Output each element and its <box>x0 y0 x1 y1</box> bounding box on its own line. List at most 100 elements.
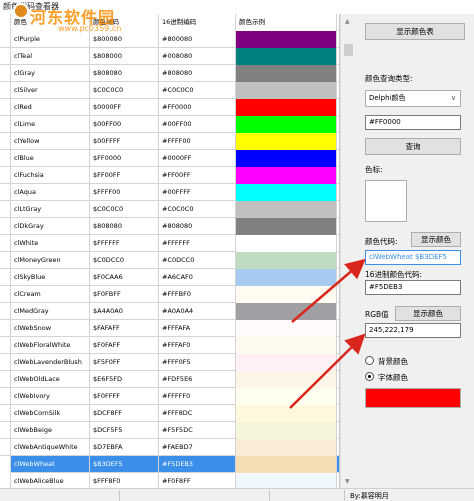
table-row[interactable]: clMoneyGreen $C0DCC0 #C0DCC0 <box>0 252 339 269</box>
hex-code-cell: #C0DCC0 <box>159 252 236 269</box>
table-scrollbar[interactable]: ▲ ▼ <box>340 14 355 488</box>
query-input[interactable]: #FF0000 <box>365 115 461 130</box>
table-row[interactable]: clPurple $800080 #800080 <box>0 31 339 48</box>
color-code-cell: $808080 <box>90 65 159 82</box>
row-indicator <box>0 473 11 488</box>
table-row[interactable]: clWebAntiqueWhite $D7EBFA #FAEBD7 <box>0 439 339 456</box>
rgb-show-button[interactable]: 显示颜色 <box>395 306 461 321</box>
color-name-cell: clMedGray <box>11 303 90 320</box>
table-row[interactable]: clSkyBlue $F0CAA6 #A6CAF0 <box>0 269 339 286</box>
status-segment <box>0 490 120 501</box>
color-table[interactable]: 颜色 颜色编码 16进制编码 颜色示例 clPurple $800080 #8000… <box>0 14 340 488</box>
table-row[interactable]: clBlue $FF0000 #0000FF <box>0 150 339 167</box>
color-code-cell: $E6F5FD <box>90 371 159 388</box>
font-color-radio[interactable] <box>365 372 374 381</box>
hex-code-cell: #808080 <box>159 65 236 82</box>
color-code-cell: $DCF8FF <box>90 405 159 422</box>
table-row[interactable]: clWebFloralWhite $F0FAFF #FFFAF0 <box>0 337 339 354</box>
scroll-down-icon[interactable]: ▼ <box>345 478 350 485</box>
hex-code-cell: #F5F5DC <box>159 422 236 439</box>
table-row[interactable]: clWebBeige $DCF5F5 #F5F5DC <box>0 422 339 439</box>
font-color-label: 字体颜色 <box>378 373 408 382</box>
row-indicator <box>0 184 11 201</box>
table-row[interactable]: clAqua $FFFF00 #00FFFF <box>0 184 339 201</box>
table-row[interactable]: clWebWheat $B3DEF5 #F5DEB3 <box>0 456 339 473</box>
color-code-show-button[interactable]: 显示颜色 <box>411 232 461 247</box>
hex-code-field[interactable]: #F5DEB3 <box>365 280 461 295</box>
color-sample-cell <box>236 286 337 303</box>
status-segment <box>120 490 270 501</box>
color-sample-cell <box>236 354 337 371</box>
color-code-cell: $FF00FF <box>90 167 159 184</box>
table-row[interactable]: clWebSnow $FAFAFF #FFFAFA <box>0 320 339 337</box>
color-name-cell: clRed <box>11 99 90 116</box>
color-code-cell: $FAFAFF <box>90 320 159 337</box>
table-row[interactable]: clWebCornSilk $DCF8FF #FFF8DC <box>0 405 339 422</box>
color-name-cell: clWebSnow <box>11 320 90 337</box>
table-row[interactable]: clSilver $C0C0C0 #C0C0C0 <box>0 82 339 99</box>
hex-code-cell: #FDF5E6 <box>159 371 236 388</box>
table-row[interactable]: clTeal $808000 #008080 <box>0 48 339 65</box>
color-sample-cell <box>236 320 337 337</box>
rgb-label: RGB值 <box>365 310 389 319</box>
color-sample-cell <box>236 252 337 269</box>
row-indicator <box>0 405 11 422</box>
color-name-cell: clWebFloralWhite <box>11 337 90 354</box>
table-row[interactable]: clWebAliceBlue $FFF8F0 #F0F8FF <box>0 473 339 488</box>
color-sample-cell <box>236 82 337 99</box>
table-row[interactable]: clRed $0000FF #FF0000 <box>0 99 339 116</box>
row-indicator <box>0 456 11 473</box>
chevron-down-icon: ∨ <box>450 94 456 102</box>
color-preview-box <box>365 388 461 408</box>
row-indicator <box>0 286 11 303</box>
color-name-cell: clWebAntiqueWhite <box>11 439 90 456</box>
color-code-cell: $DCF5F5 <box>90 422 159 439</box>
table-row[interactable]: clLtGray $C0C0C0 #C0C0C0 <box>0 201 339 218</box>
color-name-cell: clSkyBlue <box>11 269 90 286</box>
color-name-cell: clWebIvory <box>11 388 90 405</box>
table-row[interactable]: clCream $F0FBFF #FFFBF0 <box>0 286 339 303</box>
color-code-label: 颜色代码: <box>365 237 398 246</box>
background-color-radio[interactable] <box>365 356 374 365</box>
color-code-cell: $A4A0A0 <box>90 303 159 320</box>
color-sample-cell <box>236 150 337 167</box>
rgb-field[interactable]: 245,222,179 <box>365 323 461 338</box>
scroll-up-icon[interactable]: ▲ <box>345 18 350 25</box>
header-color-sample[interactable]: 颜色示例 <box>236 14 337 31</box>
query-type-select[interactable]: Delphi颜色 ∨ <box>365 90 461 107</box>
color-code-cell: $D7EBFA <box>90 439 159 456</box>
table-row[interactable]: clWhite $FFFFFF #FFFFFF <box>0 235 339 252</box>
color-name-cell: clPurple <box>11 31 90 48</box>
color-code-cell: $0000FF <box>90 99 159 116</box>
table-row[interactable]: clWebLavenderBlush $F5F0FF #FFF0F5 <box>0 354 339 371</box>
watermark-url: www.pc0359.cn <box>58 24 122 33</box>
show-color-table-button[interactable]: 显示颜色表 <box>365 23 465 40</box>
table-row[interactable]: clWebOldLace $E6F5FD #FDF5E6 <box>0 371 339 388</box>
header-hex-code[interactable]: 16进制编码 <box>159 14 236 31</box>
row-indicator <box>0 303 11 320</box>
color-sample-cell <box>236 48 337 65</box>
hex-code-cell: #FFFFFF <box>159 235 236 252</box>
site-logo-icon <box>13 3 29 19</box>
table-row[interactable]: clFuchsia $FF00FF #FF00FF <box>0 167 339 184</box>
table-row[interactable]: clLime $00FF00 #00FF00 <box>0 116 339 133</box>
row-indicator <box>0 337 11 354</box>
color-name-cell: clTeal <box>11 48 90 65</box>
hex-code-cell: #FFFAFA <box>159 320 236 337</box>
hex-code-cell: #00FFFF <box>159 184 236 201</box>
table-row[interactable]: clDkGray $808080 #808080 <box>0 218 339 235</box>
table-row[interactable]: clMedGray $A4A0A0 #A0A0A4 <box>0 303 339 320</box>
query-button[interactable]: 查询 <box>365 138 461 155</box>
table-row[interactable]: clWebIvory $F0FFFF #FFFFF0 <box>0 388 339 405</box>
table-row[interactable]: clYellow $00FFFF #FFFF00 <box>0 133 339 150</box>
color-name-cell: clSilver <box>11 82 90 99</box>
color-name-cell: clYellow <box>11 133 90 150</box>
color-code-cell: $FF0000 <box>90 150 159 167</box>
hex-code-cell: #F5DEB3 <box>159 456 236 473</box>
row-indicator <box>0 439 11 456</box>
color-code-field[interactable]: clWebWheat $B3DEF5 <box>365 250 461 265</box>
table-row[interactable]: clGray $808080 #808080 <box>0 65 339 82</box>
scroll-thumb[interactable] <box>344 44 353 56</box>
color-code-cell: $808000 <box>90 48 159 65</box>
color-name-cell: clBlue <box>11 150 90 167</box>
